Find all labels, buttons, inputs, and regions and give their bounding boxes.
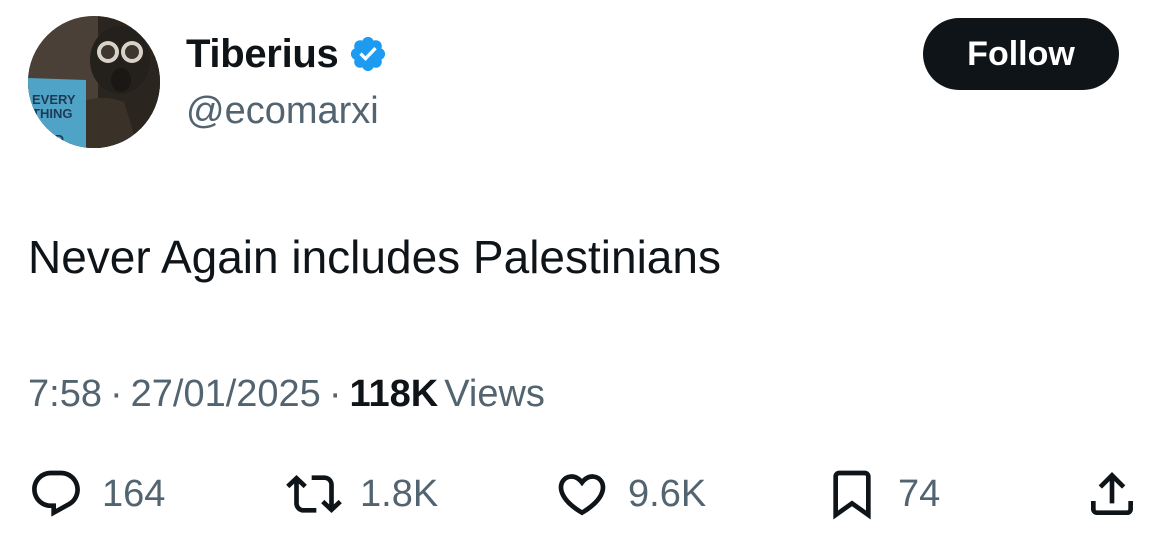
action-bar: 164 1.8K 9.6K 74 — [0, 462, 1170, 526]
tweet-date[interactable]: 27/01/2025 — [131, 373, 321, 415]
tweet-time[interactable]: 7:58 — [28, 373, 102, 415]
bookmark-button[interactable]: 74 — [824, 462, 940, 526]
retweet-count: 1.8K — [360, 473, 439, 515]
user-handle[interactable]: @ecomarxi — [186, 88, 379, 134]
heart-icon — [558, 474, 606, 516]
bookmark-icon — [833, 470, 871, 520]
avatar-gas-mask-book-icon: EVERY THING ED — [28, 16, 160, 148]
like-button[interactable]: 9.6K — [554, 462, 706, 526]
avatar[interactable]: EVERY THING ED — [28, 16, 160, 148]
verified-badge-icon — [348, 34, 388, 74]
follow-button[interactable]: Follow — [923, 18, 1119, 90]
reply-count: 164 — [102, 473, 166, 515]
meta-separator: · — [109, 373, 123, 415]
avatar-book-line-3: ED — [46, 132, 64, 147]
display-name[interactable]: Tiberius — [186, 30, 339, 78]
share-icon — [1091, 472, 1133, 515]
tweet-text: Never Again includes Palestinians — [28, 231, 721, 283]
avatar-book-line-2: THING — [32, 106, 72, 121]
meta-separator: · — [328, 373, 342, 415]
avatar-book-line-1: EVERY — [32, 92, 76, 107]
views-count: 118K — [349, 373, 439, 415]
share-button[interactable] — [1084, 462, 1140, 526]
tweet-card: EVERY THING ED Tiberius @ecomarxi Follow… — [0, 0, 1170, 550]
like-count: 9.6K — [628, 473, 707, 515]
retweet-icon — [286, 475, 342, 513]
bookmark-count: 74 — [898, 473, 941, 515]
retweet-button[interactable]: 1.8K — [286, 462, 438, 526]
views-label: Views — [444, 373, 545, 415]
reply-button[interactable]: 164 — [28, 462, 165, 526]
tweet-meta: 7:58 · 27/01/2025 · 118K Views — [28, 370, 545, 418]
name-row: Tiberius — [186, 30, 388, 78]
reply-icon — [32, 470, 80, 517]
